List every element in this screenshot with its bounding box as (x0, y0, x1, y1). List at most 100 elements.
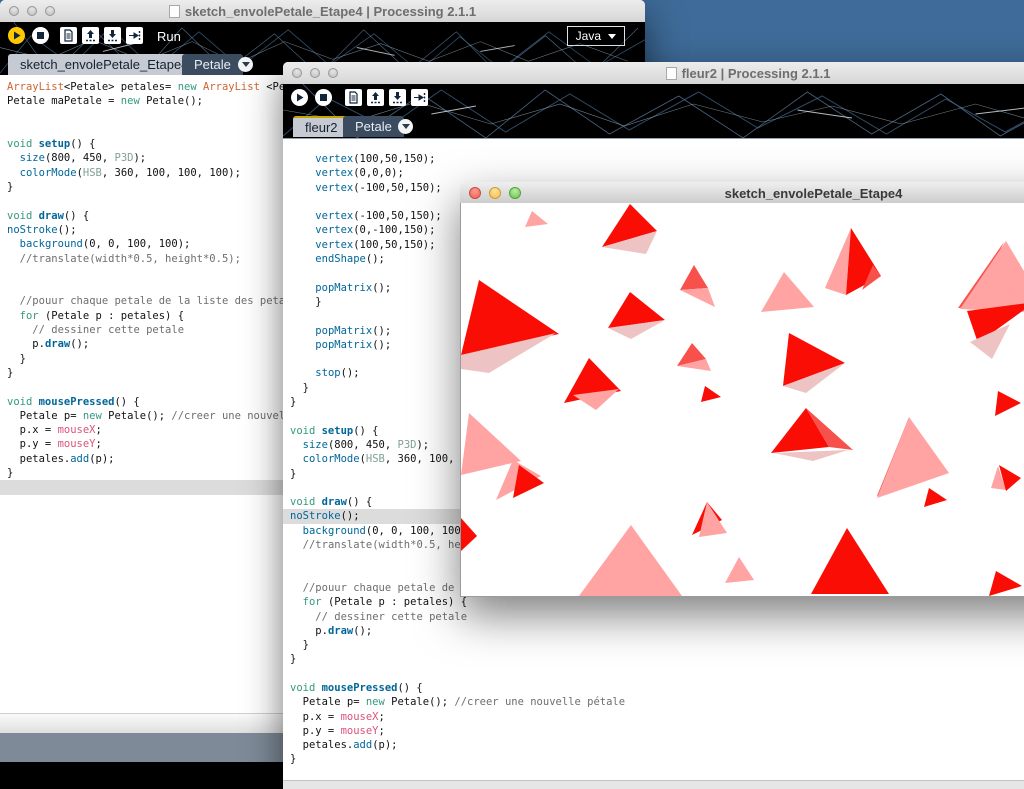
petal-triangle (811, 528, 889, 594)
code-line: } (283, 752, 1024, 766)
code-token: ; (96, 438, 102, 450)
chevron-down-icon (608, 34, 616, 39)
code-token: } (7, 467, 13, 479)
code-token: (); (353, 625, 372, 637)
code-token (290, 325, 315, 337)
save-sketch-button[interactable] (104, 27, 121, 44)
tab-menu-button[interactable] (398, 119, 413, 134)
code-token: //creer une nouvelle pétale (454, 696, 625, 708)
code-token: } (290, 753, 296, 765)
sketch-output-window: sketch_envolePetale_Etape4 (460, 182, 1024, 597)
code-token: (); (341, 510, 360, 522)
code-token: noStroke (7, 224, 58, 236)
code-token: () { (397, 682, 422, 694)
code-token: mouseX (58, 424, 96, 436)
code-token: (); (372, 282, 391, 294)
code-token (290, 153, 315, 165)
petal-triangle (461, 518, 477, 551)
mode-dropdown[interactable]: Java (567, 26, 625, 46)
stop-button[interactable] (315, 89, 332, 106)
code-token: (100,50,150); (353, 239, 435, 251)
tab-label: sketch_envolePetale_Etape4 (20, 57, 188, 72)
window1-titlebar[interactable]: sketch_envolePetale_Etape4 | Processing … (0, 0, 645, 23)
window2-title: fleur2 | Processing 2.1.1 (682, 66, 831, 81)
code-token: (0, 0, 100, 100); (83, 238, 190, 250)
code-token (290, 611, 315, 623)
petal-triangle (725, 557, 754, 583)
export-sketch-button[interactable] (126, 27, 143, 44)
tab-menu-button[interactable] (238, 57, 253, 72)
code-token: ; (379, 725, 385, 737)
code-token: background (20, 238, 83, 250)
zoom-button[interactable] (45, 6, 55, 16)
zoom-button[interactable] (328, 68, 338, 78)
minimize-button[interactable] (310, 68, 320, 78)
open-sketch-button[interactable] (367, 89, 384, 106)
code-token: size (20, 152, 45, 164)
run-button[interactable] (8, 27, 25, 44)
code-token: (Petale p : petales) { (322, 596, 467, 608)
new-sketch-button[interactable] (60, 27, 77, 44)
code-token: ; (96, 424, 102, 436)
petal-triangle (680, 265, 708, 290)
code-token (290, 282, 315, 294)
tab-label: fleur2 (305, 120, 338, 135)
code-token: ; (379, 711, 385, 723)
code-token: (-100,50,150); (353, 182, 442, 194)
minimize-button[interactable] (27, 6, 37, 16)
document-proxy-icon (666, 67, 677, 80)
code-token: () { (64, 210, 89, 222)
window2-horizontal-scrollbar[interactable] (283, 780, 1024, 789)
zoom-button[interactable] (509, 187, 521, 199)
run-button[interactable] (291, 89, 308, 106)
new-document-icon (62, 29, 75, 42)
code-line: petales.add(p); (283, 738, 1024, 752)
code-token: draw (39, 210, 64, 222)
code-token: stop (315, 367, 340, 379)
close-button[interactable] (292, 68, 302, 78)
code-token: p. (7, 338, 45, 350)
save-sketch-button[interactable] (389, 89, 406, 106)
close-button[interactable] (469, 187, 481, 199)
open-sketch-button[interactable] (82, 27, 99, 44)
code-token: } (7, 181, 13, 193)
arrow-down-icon (391, 91, 404, 104)
petal-triangle (774, 450, 848, 461)
code-token (290, 182, 315, 194)
tab-fleur2[interactable]: fleur2 (293, 116, 350, 137)
stop-button[interactable] (32, 27, 49, 44)
code-token: } (290, 639, 309, 651)
close-button[interactable] (9, 6, 19, 16)
petal-triangle (989, 571, 1022, 596)
output-titlebar[interactable]: sketch_envolePetale_Etape4 (460, 182, 1024, 205)
code-token: ); (416, 439, 429, 451)
export-sketch-button[interactable] (411, 89, 428, 106)
code-token: for (20, 310, 39, 322)
code-token: add (353, 739, 372, 751)
code-token (290, 453, 303, 465)
code-token (290, 167, 315, 179)
code-line (283, 667, 1024, 681)
new-sketch-button[interactable] (345, 89, 362, 106)
stop-icon (36, 31, 45, 40)
minimize-button[interactable] (489, 187, 501, 199)
sketch-canvas[interactable] (460, 203, 1024, 597)
code-token: () { (70, 138, 95, 150)
code-token: new (121, 95, 140, 107)
tab-petale[interactable]: Petale (182, 54, 243, 75)
code-token: popMatrix (315, 339, 372, 351)
tab-sketch-envolepetale[interactable]: sketch_envolePetale_Etape4 (8, 54, 200, 75)
code-token: // dessiner cette petale (315, 611, 467, 623)
code-token: new (83, 410, 102, 422)
tab-petale[interactable]: Petale (343, 116, 404, 137)
code-token: () { (114, 396, 139, 408)
code-token (290, 367, 315, 379)
code-line: p.y = mouseY; (283, 724, 1024, 738)
code-token: Petale(); (102, 410, 172, 422)
code-token: (); (70, 338, 89, 350)
code-token (7, 295, 20, 307)
chevron-down-icon (402, 124, 410, 129)
window2-titlebar[interactable]: fleur2 | Processing 2.1.1 (283, 62, 1024, 85)
code-line: Petale p= new Petale(); //creer une nouv… (283, 695, 1024, 709)
tab-label: Petale (194, 57, 231, 72)
